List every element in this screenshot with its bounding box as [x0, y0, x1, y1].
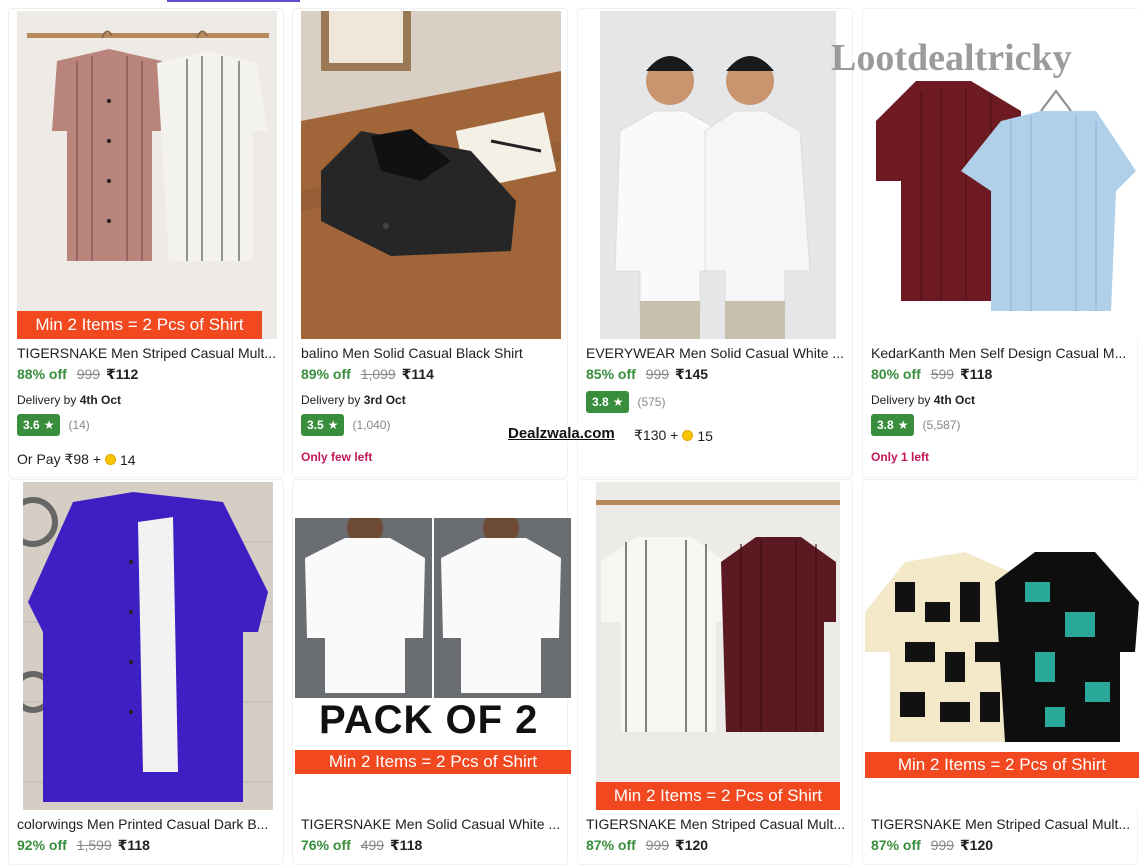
product-image[interactable]: Min 2 Items = 2 Pcs of Shirt — [596, 482, 840, 810]
product-image[interactable] — [301, 11, 561, 339]
mrp-price: 599 — [930, 366, 955, 382]
product-card-2[interactable]: balino Men Solid Casual Black Shirt 89% … — [292, 8, 568, 478]
product-card-8[interactable]: Min 2 Items = 2 Pcs of Shirt TIGERSNAKE … — [862, 479, 1139, 865]
min-items-banner: Min 2 Items = 2 Pcs of Shirt — [865, 752, 1139, 778]
sale-price: ₹145 — [674, 366, 709, 382]
price-line: 92% off 1,599 ₹118 — [17, 837, 150, 854]
discount-label: 76% off — [301, 837, 351, 853]
product-title[interactable]: TIGERSNAKE Men Solid Casual White ... — [301, 816, 563, 832]
min-items-banner: Min 2 Items = 2 Pcs of Shirt — [295, 750, 571, 774]
price-line: 88% off 999 ₹112 — [17, 366, 138, 383]
discount-label: 87% off — [586, 837, 636, 853]
stock-warning: Only 1 left — [871, 450, 930, 464]
discount-label: 89% off — [301, 366, 351, 382]
discount-label: 85% off — [586, 366, 636, 382]
discount-label: 88% off — [17, 366, 67, 382]
review-count: (5,587) — [922, 418, 961, 432]
star-icon: ★ — [897, 418, 909, 432]
rating-row: 3.8 ★ (5,587) — [871, 414, 960, 436]
sale-price: ₹114 — [401, 366, 434, 382]
product-card-7[interactable]: Min 2 Items = 2 Pcs of Shirt TIGERSNAKE … — [577, 479, 853, 865]
product-image[interactable] — [23, 482, 273, 810]
price-line: 87% off 999 ₹120 — [871, 837, 993, 854]
price-line: 76% off 499 ₹118 — [301, 837, 422, 854]
delivery-info: Delivery by 3rd Oct — [301, 393, 406, 407]
rating-badge: 3.5 ★ — [301, 414, 345, 436]
sale-price: ₹118 — [389, 837, 423, 853]
review-count: (575) — [637, 395, 666, 409]
price-line: 89% off 1,099 ₹114 — [301, 366, 434, 383]
delivery-info: Delivery by 4th Oct — [17, 393, 122, 407]
rating-badge: 3.8 ★ — [871, 414, 915, 436]
review-count: (1,040) — [352, 418, 391, 432]
mrp-price: 499 — [360, 837, 385, 853]
star-icon: ★ — [612, 395, 624, 409]
coin-price: Or Pay ₹98 +14 — [17, 451, 136, 468]
sale-price: ₹112 — [105, 366, 139, 382]
product-card-6[interactable]: PACK OF 2 Min 2 Items = 2 Pcs of Shirt T… — [292, 479, 571, 865]
product-title[interactable]: TIGERSNAKE Men Striped Casual Mult... — [17, 345, 279, 361]
price-line: 87% off 999 ₹120 — [586, 837, 708, 854]
product-card-1[interactable]: Min 2 Items = 2 Pcs of Shirt TIGERSNAKE … — [8, 8, 284, 478]
min-items-banner: Min 2 Items = 2 Pcs of Shirt — [596, 782, 840, 810]
mrp-price: 999 — [645, 837, 670, 853]
product-title[interactable]: TIGERSNAKE Men Striped Casual Mult... — [871, 816, 1133, 832]
watermark-text: Lootdealtricky — [831, 37, 1072, 79]
product-title[interactable]: colorwings Men Printed Casual Dark B... — [17, 816, 279, 832]
star-icon: ★ — [327, 418, 339, 432]
product-card-5[interactable]: colorwings Men Printed Casual Dark B... … — [8, 479, 284, 865]
price-line: 85% off 999 ₹145 — [586, 366, 708, 383]
rating-row: 3.8 ★ (575) — [586, 391, 665, 413]
product-image[interactable] — [600, 11, 836, 339]
delivery-info: Delivery by 4th Oct — [871, 393, 976, 407]
discount-label: 87% off — [871, 837, 921, 853]
price-line: 80% off 599 ₹118 — [871, 366, 992, 383]
product-title[interactable]: TIGERSNAKE Men Striped Casual Mult... — [586, 816, 848, 832]
rating-row: 3.6 ★ (14) — [17, 414, 90, 436]
discount-label: 92% off — [17, 837, 67, 853]
stock-warning: Only few left — [301, 450, 373, 464]
mrp-price: 1,599 — [76, 837, 112, 853]
product-image[interactable]: Min 2 Items = 2 Pcs of Shirt — [865, 482, 1139, 810]
sale-price: ₹118 — [959, 366, 993, 382]
star-icon: ★ — [43, 418, 55, 432]
rating-badge: 3.8 ★ — [586, 391, 630, 413]
discount-label: 80% off — [871, 366, 921, 382]
site-overlay-text: Dealzwala.com — [506, 425, 617, 442]
coin-price: ₹130 +15 — [634, 427, 713, 444]
coin-icon — [105, 454, 116, 465]
rating-row: 3.5 ★ (1,040) — [301, 414, 390, 436]
review-count: (14) — [68, 418, 90, 432]
sale-price: ₹120 — [959, 837, 994, 853]
mrp-price: 999 — [76, 366, 101, 382]
coin-icon — [682, 430, 694, 441]
mrp-price: 999 — [930, 837, 955, 853]
pack-of-2-label: PACK OF 2 — [319, 698, 539, 742]
sale-price: ₹120 — [674, 837, 709, 853]
rating-badge: 3.6 ★ — [17, 414, 61, 436]
min-items-banner: Min 2 Items = 2 Pcs of Shirt — [17, 311, 262, 339]
product-title[interactable]: KedarKanth Men Self Design Casual M... — [871, 345, 1133, 361]
mrp-price: 999 — [645, 366, 670, 382]
product-title[interactable]: balino Men Solid Casual Black Shirt — [301, 345, 563, 361]
sale-price: ₹118 — [117, 837, 150, 853]
product-title[interactable]: EVERYWEAR Men Solid Casual White ... — [586, 345, 848, 361]
product-card-3[interactable]: EVERYWEAR Men Solid Casual White ... 85%… — [577, 8, 853, 478]
active-tab-indicator — [167, 0, 300, 2]
product-image[interactable]: Min 2 Items = 2 Pcs of Shirt — [17, 11, 277, 339]
mrp-price: 1,099 — [360, 366, 396, 382]
product-image[interactable]: PACK OF 2 — [295, 518, 571, 758]
